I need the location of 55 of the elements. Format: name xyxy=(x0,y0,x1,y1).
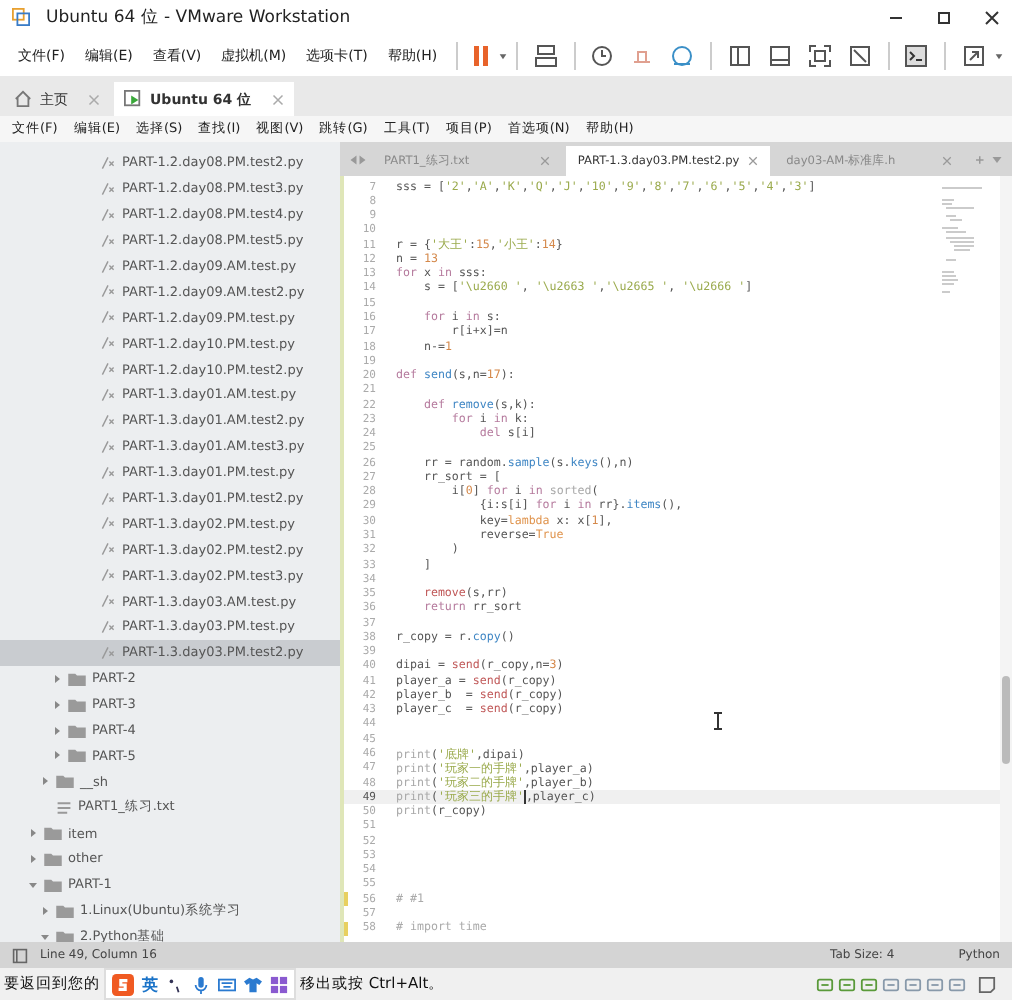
scrollbar-thumb[interactable] xyxy=(1002,676,1010,764)
code-file-icon xyxy=(100,362,116,377)
ime-logo-icon[interactable] xyxy=(112,973,134,995)
code-file-icon xyxy=(100,336,116,351)
collapsed-arrow-icon[interactable] xyxy=(28,853,38,864)
clock-icon[interactable] xyxy=(590,43,615,67)
console-icon[interactable] xyxy=(904,43,929,67)
code-file-icon xyxy=(100,310,116,325)
collapsed-arrow-icon[interactable] xyxy=(52,699,62,710)
code-file-icon xyxy=(100,259,116,273)
collapsed-arrow-icon[interactable] xyxy=(40,776,50,787)
code-file-icon xyxy=(100,387,116,402)
code-file-icon xyxy=(100,284,116,299)
fit-view-icon[interactable] xyxy=(807,43,832,67)
code-file-icon xyxy=(100,619,116,634)
shirt-icon[interactable] xyxy=(244,975,262,993)
collapsed-arrow-icon[interactable] xyxy=(40,905,50,916)
microphone-icon[interactable] xyxy=(192,975,210,993)
collapsed-arrow-icon[interactable] xyxy=(52,725,62,736)
expanded-arrow-icon[interactable] xyxy=(28,879,38,890)
code-file-icon xyxy=(100,465,116,480)
collapsed-arrow-icon[interactable] xyxy=(52,750,62,761)
code-file-icon xyxy=(100,491,116,506)
code-file-icon xyxy=(100,181,116,196)
input-mode[interactable]: 英 xyxy=(142,973,158,995)
window-title: Ubuntu 64 位 - VMware Workstation xyxy=(46,5,353,29)
vm-icon xyxy=(124,90,142,108)
text-file-icon xyxy=(56,799,72,816)
fullscreen-icon[interactable] xyxy=(962,43,987,67)
code-file-icon xyxy=(100,439,116,454)
expanded-arrow-icon[interactable] xyxy=(40,931,50,942)
code-file-icon xyxy=(100,594,116,609)
code-file-icon xyxy=(100,568,116,583)
code-file-icon xyxy=(100,207,116,222)
panel-toggle-icon[interactable] xyxy=(12,947,28,963)
tab-scroll-arrows-icon[interactable] xyxy=(348,153,368,165)
text-cursor-icon xyxy=(714,712,722,730)
sidebar-view-icon[interactable] xyxy=(727,43,752,67)
collapsed-arrow-icon[interactable] xyxy=(52,673,62,684)
app-logo-icon xyxy=(12,8,30,26)
collapsed-arrow-icon[interactable] xyxy=(28,828,38,839)
code-file-icon xyxy=(100,233,116,248)
code-file-icon xyxy=(100,516,116,531)
code-file-icon xyxy=(100,413,116,428)
code-file-icon xyxy=(100,155,116,170)
maximize-icon[interactable] xyxy=(936,9,952,25)
code-file-icon xyxy=(100,542,116,557)
tab-menu-icon[interactable] xyxy=(972,153,1004,165)
code-file-icon xyxy=(100,645,116,660)
grid-icon[interactable] xyxy=(270,975,288,993)
keyboard-icon[interactable] xyxy=(218,975,236,993)
panel-view-icon[interactable] xyxy=(767,43,792,67)
pause-icon[interactable] xyxy=(472,43,491,67)
close-icon[interactable] xyxy=(984,9,1000,25)
home-icon xyxy=(14,90,32,108)
